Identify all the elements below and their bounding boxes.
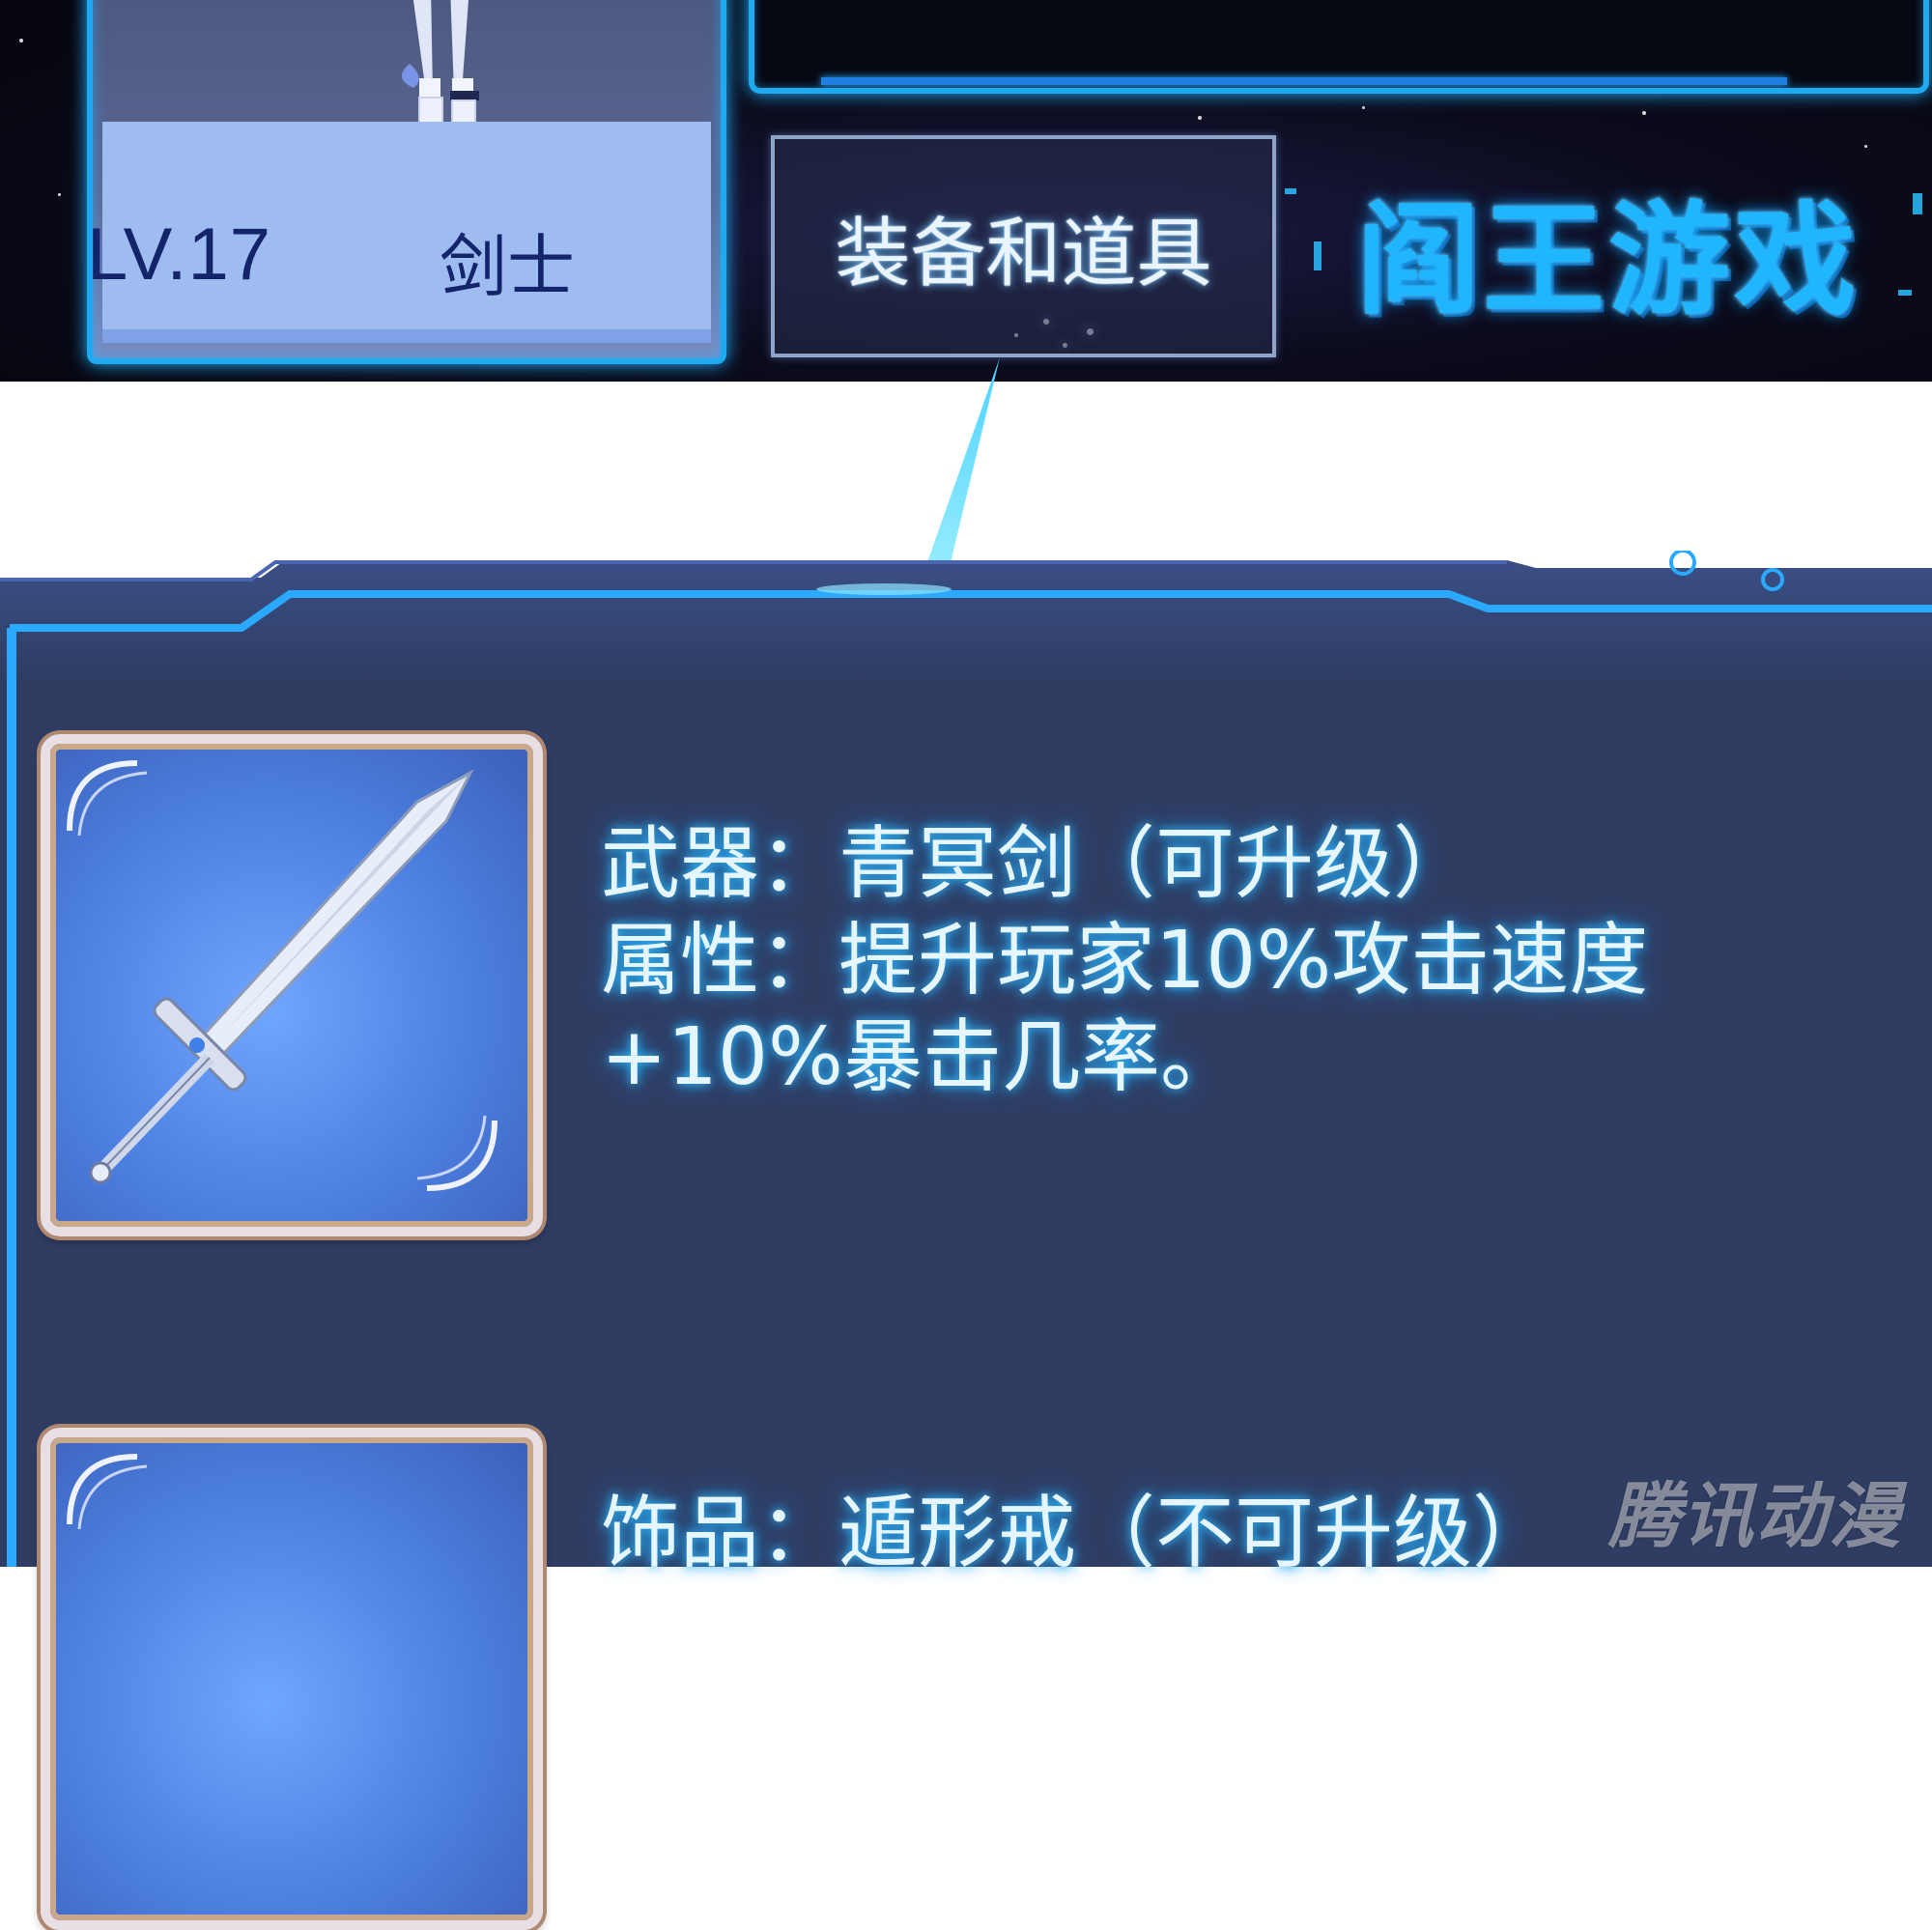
game-title-logo: 阎王游戏 xyxy=(1357,189,1860,331)
item-description: 武器：青冥剑（可升级） 属性：提升玩家10%攻击速度 +10%暴击几率。 xyxy=(601,816,1648,1106)
item-name-line: 饰品：遁形戒（不可升级） xyxy=(601,1488,1552,1579)
character-info-bar xyxy=(102,329,711,343)
tab-label: 装备和道具 xyxy=(835,211,1212,298)
character-card[interactable] xyxy=(87,0,726,364)
character-level: LV.17 xyxy=(87,213,271,296)
item-slot[interactable] xyxy=(41,734,543,1236)
item-detail-panel: 武器：青冥剑（可升级） 属性：提升玩家10%攻击速度 +10%暴击几率。 饰品：… xyxy=(0,551,1932,1930)
item-attribute-line-2: +10%暴击几率。 xyxy=(601,1011,1239,1103)
sword-icon xyxy=(67,760,497,1191)
top-frame-divider xyxy=(821,77,1787,85)
item-name-line: 武器：青冥剑（可升级） xyxy=(601,818,1473,910)
item-attribute-line: 属性：提升玩家10%攻击速度 xyxy=(601,915,1649,1007)
item-description: 饰品：遁形戒（不可升级） xyxy=(601,1486,1551,1582)
ring-icon xyxy=(67,1454,148,1530)
item-slot[interactable] xyxy=(41,1428,543,1930)
equipment-and-items-tab[interactable]: 装备和道具 xyxy=(771,135,1276,357)
character-class: 剑士 xyxy=(440,227,575,306)
top-header-band: LV.17 剑士 装备和道具 阎王游戏 xyxy=(0,0,1932,382)
watermark-logo: 腾讯动漫 xyxy=(1608,1475,1902,1558)
